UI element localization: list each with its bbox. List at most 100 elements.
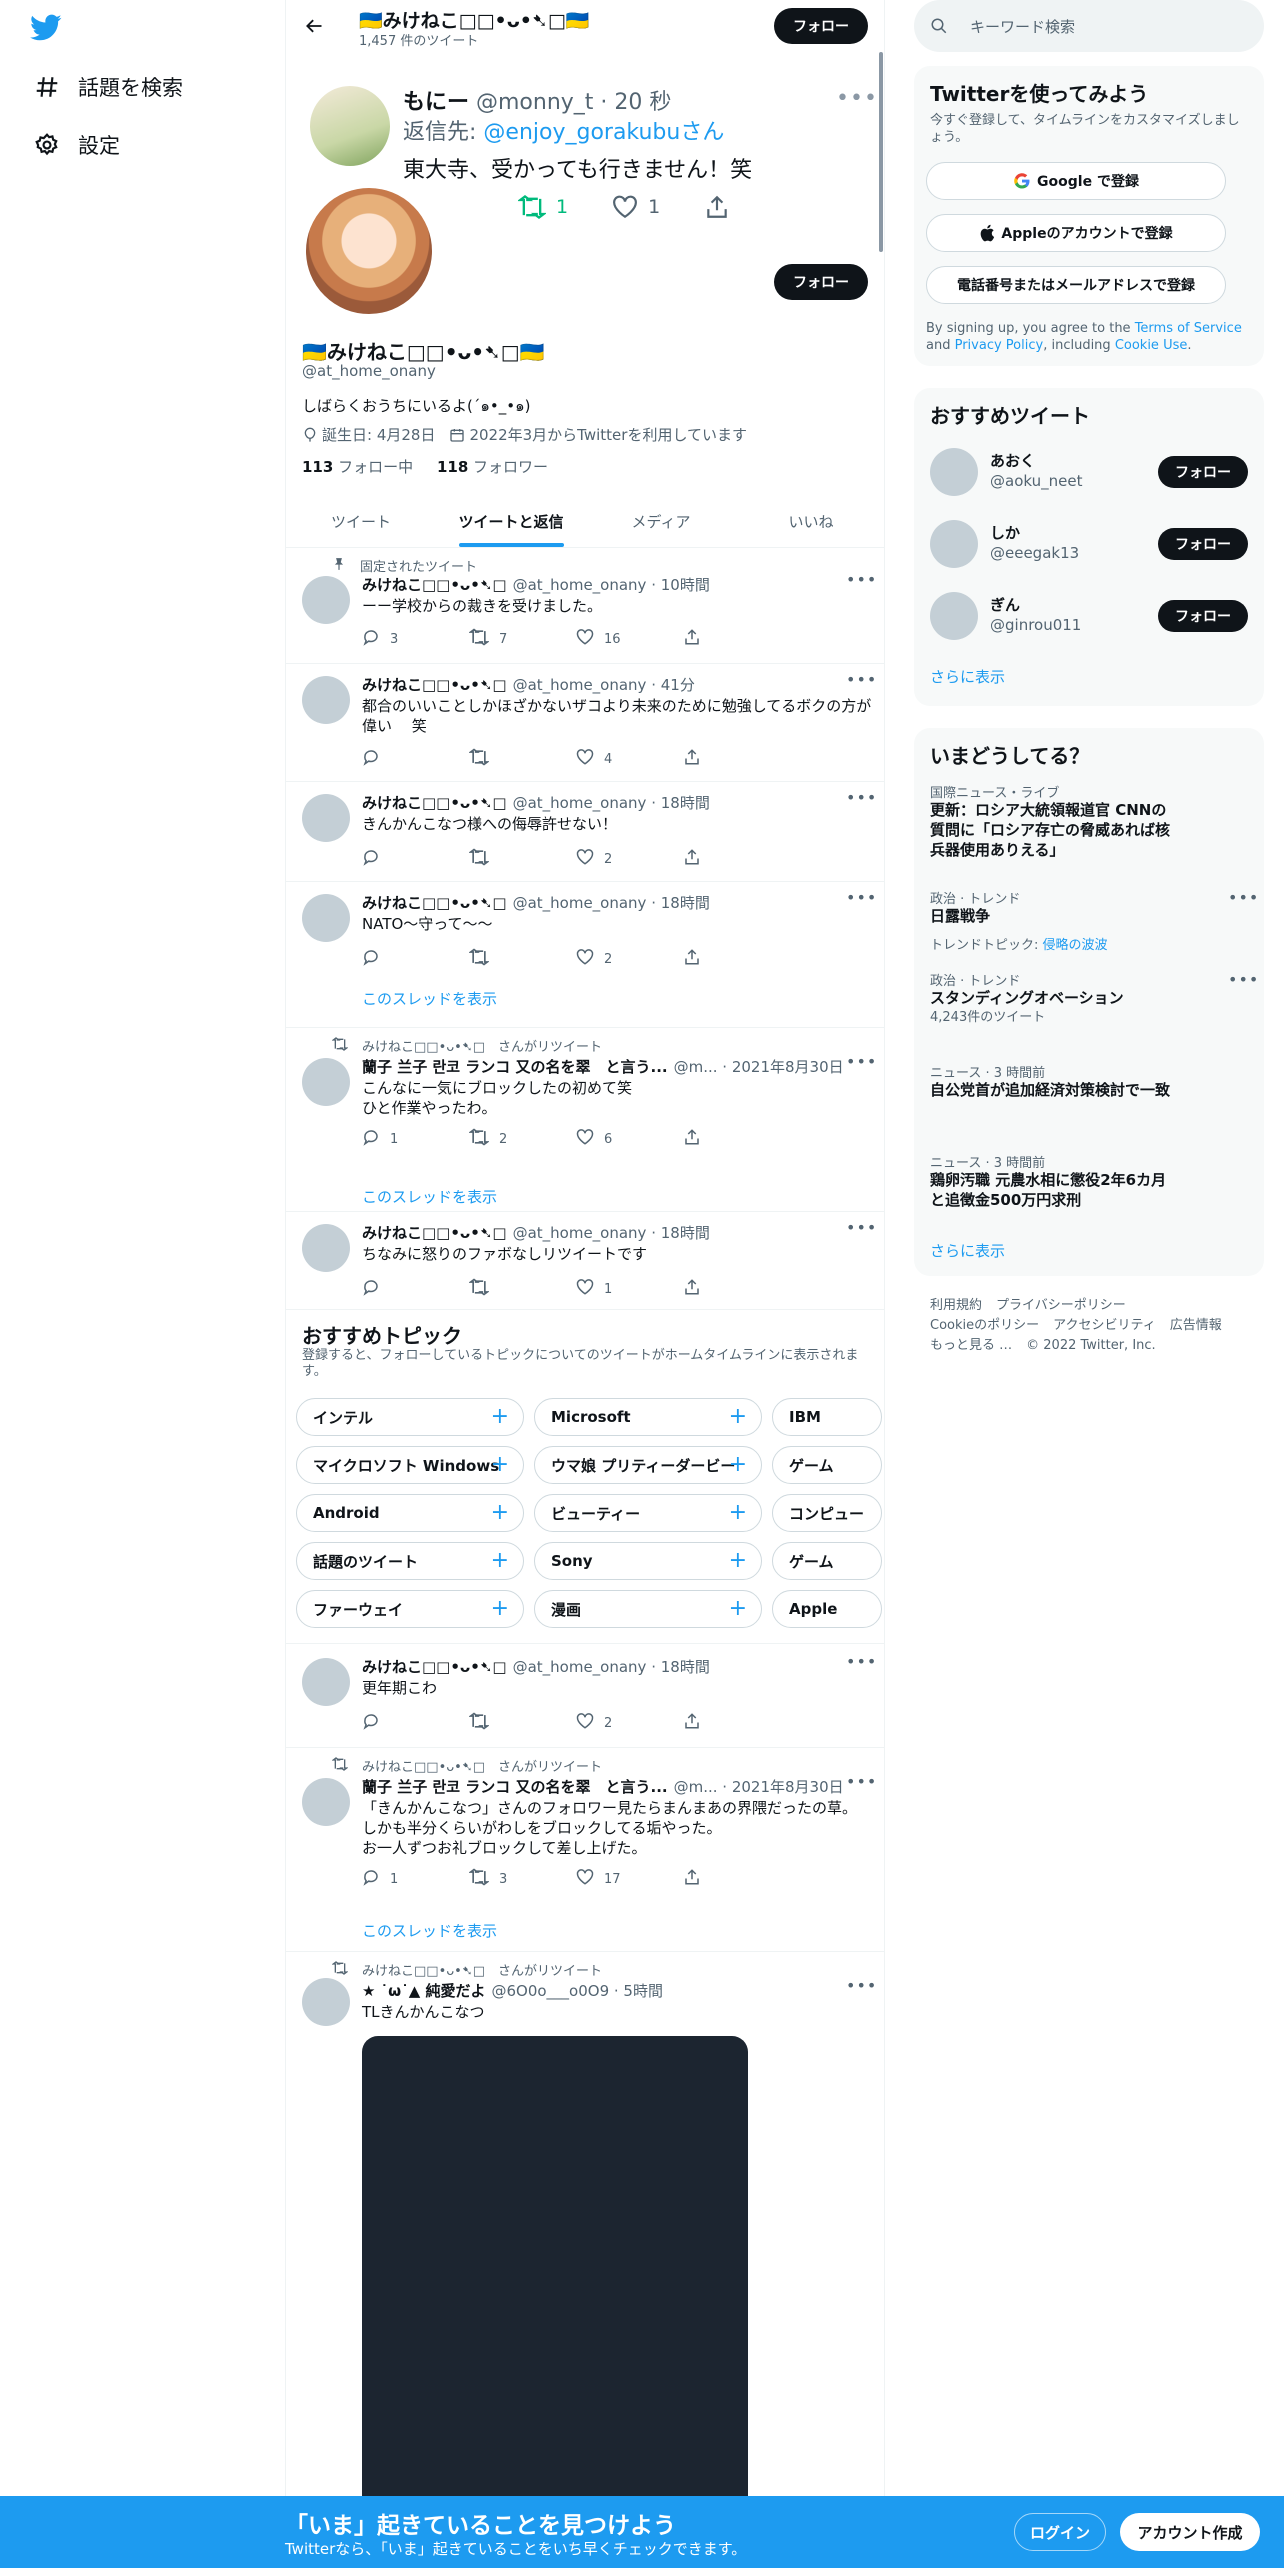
more-icon[interactable]: ••• [846, 1218, 877, 1237]
nav-explore[interactable]: 話題を検索 [32, 72, 183, 102]
topic-chip[interactable]: IBM [772, 1398, 882, 1436]
share-button[interactable] [683, 1712, 701, 1734]
author-handle-time[interactable]: @m... · 2021年8月30日 [674, 1776, 844, 1797]
trend-title[interactable]: スタンディングオベーション [930, 988, 1180, 1008]
like-button[interactable]: 6 [576, 1128, 683, 1150]
topic-chip[interactable]: 漫画 + [534, 1590, 762, 1628]
topic-chip[interactable]: Sony + [534, 1542, 762, 1580]
footer-tos[interactable]: 利用規約 [930, 1298, 982, 1313]
reply-button[interactable]: 1 [362, 1128, 469, 1150]
more-icon[interactable]: ••• [1228, 888, 1259, 907]
topic-chip[interactable]: ゲーム [772, 1446, 882, 1484]
share-button[interactable] [683, 948, 701, 970]
avatar[interactable] [930, 520, 978, 568]
like-button[interactable]: 1 [576, 1278, 683, 1300]
tab-tweets-replies[interactable]: ツイートと返信 [436, 496, 586, 547]
avatar[interactable] [302, 1778, 350, 1826]
avatar[interactable] [302, 1058, 350, 1106]
topic-chip[interactable]: Apple [772, 1590, 882, 1628]
plus-icon[interactable]: + [729, 1596, 747, 1621]
reply-button[interactable] [362, 948, 469, 970]
user-name[interactable]: あおく [990, 450, 1035, 471]
topic-chip[interactable]: Android + [296, 1494, 524, 1532]
more-icon[interactable]: ••• [846, 1652, 877, 1671]
reply-button[interactable]: 3 [362, 628, 469, 650]
avatar[interactable] [302, 1978, 350, 2026]
followers-link[interactable]: 118 フォロワー [437, 458, 548, 476]
tab-tweets[interactable]: ツイート [286, 496, 436, 547]
tweet-2[interactable]: みけねこ□□•ᴗ•➷□ @at_home_onany · 41分 ••• 都合のいいこ… [286, 664, 884, 782]
like-button[interactable]: 2 [576, 848, 683, 870]
topic-chip[interactable]: コンピュー [772, 1494, 882, 1532]
show-thread-link[interactable]: このスレッドを表示 [362, 1186, 497, 1207]
trends-more-link[interactable]: さらに表示 [930, 1240, 1005, 1261]
signup-button[interactable]: アカウント作成 [1120, 2513, 1260, 2551]
footer-cookie[interactable]: Cookieのポリシー [930, 1318, 1039, 1333]
avatar[interactable] [930, 448, 978, 496]
tweet-7[interactable]: みけねこ□□•ᴗ•➷□ @at_home_onany · 18時間 ••• 更年期こわ… [286, 1644, 884, 1748]
author-name[interactable]: みけねこ□□•ᴗ•➷□ [362, 574, 507, 595]
trend-title[interactable]: 更新：ロシア大統領報道官 CNNの質問に「ロシア存亡の脅威あれば核兵器使用ありえ… [930, 800, 1180, 860]
reply-button[interactable] [362, 1712, 469, 1734]
topic-chip[interactable]: インテル + [296, 1398, 524, 1436]
recommended-user[interactable]: ぎん @ginrou011 フォロー [914, 578, 1264, 650]
profile-follow-button[interactable]: フォロー [774, 264, 868, 300]
reply-button[interactable] [362, 848, 469, 870]
tweet-media[interactable] [362, 2036, 748, 2536]
header-follow-button[interactable]: フォロー [774, 8, 868, 44]
retweet-button[interactable]: 3 [468, 1868, 576, 1890]
follow-button[interactable]: フォロー [1158, 600, 1248, 632]
user-name[interactable]: しか [990, 522, 1020, 543]
retweet-button[interactable] [468, 1712, 576, 1734]
author-name[interactable]: みけねこ□□•ᴗ•➷□ [362, 674, 507, 695]
trend-title[interactable]: 鶏卵汚職 元農水相に懲役2年6カ月と追徴金500万円求刑 [930, 1170, 1180, 1210]
reply-button[interactable]: 1 [362, 1868, 469, 1890]
retweet-button[interactable] [468, 748, 576, 770]
author-handle-time[interactable]: @m... · 2021年8月30日 [674, 1056, 844, 1077]
more-icon[interactable]: ••• [846, 1052, 877, 1071]
avatar[interactable] [302, 1224, 350, 1272]
avatar[interactable] [302, 794, 350, 842]
topic-chip[interactable]: マイクロソフト Windows + [296, 1446, 524, 1484]
like-button[interactable]: 2 [576, 948, 683, 970]
recommended-user[interactable]: しか @eeegak13 フォロー [914, 506, 1264, 578]
plus-icon[interactable]: + [729, 1548, 747, 1573]
quoted-tweet-avatar[interactable] [310, 86, 390, 166]
nav-settings[interactable]: 設定 [32, 130, 120, 160]
login-button[interactable]: ログイン [1014, 2513, 1106, 2551]
retweet-button[interactable]: 1 [518, 195, 568, 219]
trend-topic-link[interactable]: 侵略の波波 [1043, 938, 1108, 953]
reply-to-link[interactable]: @enjoy_gorakubuさん [483, 120, 724, 145]
like-button[interactable]: 2 [576, 1712, 683, 1734]
reply-button[interactable] [362, 748, 469, 770]
avatar[interactable] [302, 1658, 350, 1706]
author-handle-time[interactable]: @at_home_onany · 41分 [513, 674, 695, 695]
profile-avatar[interactable] [302, 184, 436, 318]
like-button[interactable]: 17 [576, 1868, 683, 1890]
quoted-tweet-handle[interactable]: @monny_t · 20 秒 [476, 84, 671, 116]
share-button[interactable] [683, 1128, 701, 1150]
share-button[interactable] [683, 748, 701, 770]
tweet-1[interactable]: 固定されたツイート みけねこ□□•ᴗ•➷□ @at_home_onany · 10時… [286, 548, 884, 664]
topic-chip[interactable]: ウマ娘 プリティーダービー + [534, 1446, 762, 1484]
tab-likes[interactable]: いいね [736, 496, 884, 547]
tweet-4[interactable]: みけねこ□□•ᴗ•➷□ @at_home_onany · 18時間 ••• NATO〜… [286, 882, 884, 1028]
plus-icon[interactable]: + [491, 1500, 509, 1525]
trend-title[interactable]: 自公党首が追加経済対策検討で一致 [930, 1080, 1180, 1100]
topic-chip[interactable]: ビューティー + [534, 1494, 762, 1532]
user-name[interactable]: ぎん [990, 594, 1020, 615]
author-name[interactable]: 蘭子 兰子 란코 ランコ 又の名を翠 と言う... [362, 1056, 668, 1077]
tweet-6[interactable]: みけねこ□□•ᴗ•➷□ @at_home_onany · 18時間 ••• ちなみに怒… [286, 1212, 884, 1310]
share-button[interactable] [704, 194, 730, 220]
topic-chip[interactable]: ファーウェイ + [296, 1590, 524, 1628]
recommend-more-link[interactable]: さらに表示 [930, 666, 1005, 687]
plus-icon[interactable]: + [729, 1452, 747, 1477]
scrollbar[interactable] [879, 52, 883, 252]
topic-chip[interactable]: 話題のツイート + [296, 1542, 524, 1580]
plus-icon[interactable]: + [729, 1500, 747, 1525]
show-thread-link[interactable]: このスレッドを表示 [362, 988, 497, 1009]
author-name[interactable]: みけねこ□□•ᴗ•➷□ [362, 1656, 507, 1677]
avatar[interactable] [930, 592, 978, 640]
following-link[interactable]: 113 フォロー中 [302, 458, 413, 476]
terms-link[interactable]: Terms of Service [1135, 321, 1242, 336]
